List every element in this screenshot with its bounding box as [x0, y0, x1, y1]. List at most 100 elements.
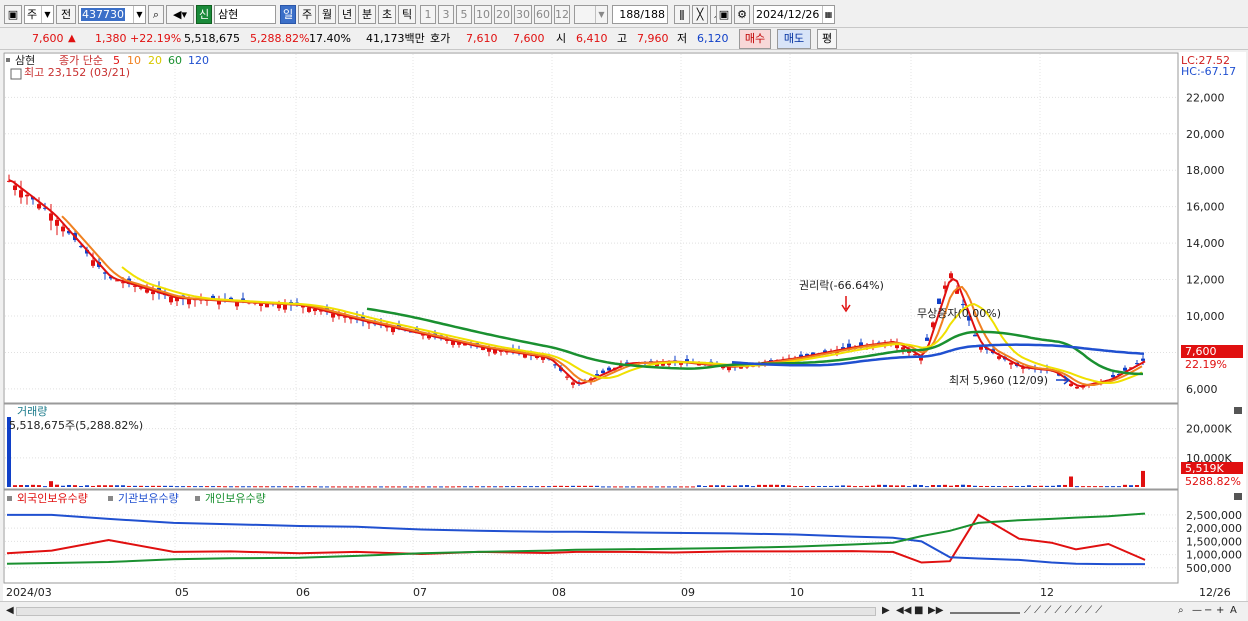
- volume-bar: [133, 485, 137, 487]
- candle-body: [925, 337, 929, 341]
- chevron-down-icon: ▼: [41, 6, 53, 23]
- volume-bar: [871, 485, 875, 487]
- volume-bar: [703, 486, 707, 488]
- volume-bar: [847, 485, 851, 487]
- draw-tools-icon[interactable]: ⟋ ⟋ ⟋ ⟋ ⟋ ⟋ ⟋ ⟋: [1024, 605, 1102, 616]
- hc-label: HC:-67.17: [1181, 65, 1236, 78]
- minute-60[interactable]: 60: [534, 5, 552, 24]
- volume-bar: [661, 486, 665, 488]
- candle-body: [25, 194, 29, 197]
- ma-toggle-icons[interactable]: [6, 58, 10, 62]
- volume-bar: [43, 486, 47, 488]
- volume-bar: [121, 485, 125, 487]
- speaker-icon[interactable]: ◀▾: [166, 5, 194, 24]
- save-icon[interactable]: ▣: [716, 5, 732, 24]
- minus-icon[interactable]: −: [1204, 605, 1212, 616]
- candle-body: [49, 213, 53, 221]
- volume-bar: [631, 486, 635, 488]
- minute-30[interactable]: 30: [514, 5, 532, 24]
- stock-chart[interactable]: 22,000 20,000 18,000 16,000 14,000 12,000 10,0…: [3, 52, 1246, 606]
- volume-bar: [961, 484, 965, 487]
- volume-bar: [67, 484, 71, 487]
- x-tick-label: 09: [681, 586, 695, 599]
- minute-1[interactable]: 1: [420, 5, 436, 24]
- date-field[interactable]: 2024/12/26 ▦: [753, 5, 835, 24]
- candle-body: [565, 376, 569, 378]
- eval-button[interactable]: 평: [817, 29, 837, 49]
- rights-annotation: 권리락(-66.64%): [799, 279, 884, 292]
- minute-10[interactable]: 10: [474, 5, 492, 24]
- volume-bar: [271, 486, 275, 488]
- buy-button[interactable]: 매수: [739, 29, 771, 49]
- x-tick-label: 12: [1040, 586, 1054, 599]
- candle-body: [91, 260, 95, 266]
- candle-body: [901, 347, 905, 350]
- calendar-icon[interactable]: ▦: [822, 6, 834, 23]
- zoom-icon[interactable]: ⌕: [1178, 605, 1184, 616]
- volume-bar: [115, 485, 119, 487]
- volume-bar: [295, 486, 299, 488]
- candle-body: [919, 357, 923, 361]
- volume-bar: [1015, 485, 1019, 487]
- data-count-total: /188: [640, 8, 665, 21]
- volume-panel-close-icon[interactable]: [1234, 407, 1242, 414]
- period-minute-tab[interactable]: 분: [358, 5, 376, 24]
- fast-forward-icon[interactable]: ▶▶: [928, 605, 943, 616]
- data-count-field[interactable]: 188/188: [612, 5, 668, 24]
- volume-bar: [493, 486, 497, 488]
- last-price-label: 7,600: [1185, 345, 1217, 358]
- cross-line-icon[interactable]: ╳: [692, 5, 708, 24]
- volume-bar: [85, 485, 89, 487]
- period-tick-tab[interactable]: 틱: [398, 5, 416, 24]
- scroll-left-icon[interactable]: ◀: [6, 605, 14, 616]
- volume-bar: [259, 486, 263, 488]
- sell-button[interactable]: 매도: [777, 29, 811, 49]
- volume-bar: [607, 486, 611, 488]
- volume-bar: [985, 485, 989, 487]
- prev-button[interactable]: 전: [56, 5, 76, 24]
- volume-bar: [691, 486, 695, 488]
- volume-bar: [337, 486, 341, 488]
- period-week-tab[interactable]: 주: [298, 5, 316, 24]
- scroll-right-icon[interactable]: ▶: [882, 605, 890, 616]
- candle-body: [979, 346, 983, 350]
- volume-bar: [235, 486, 239, 488]
- minute-5[interactable]: 5: [456, 5, 472, 24]
- stock-code-input[interactable]: 437730 ▼: [78, 5, 146, 24]
- custom-period-select[interactable]: ▼: [574, 5, 608, 24]
- period-day-tab[interactable]: 일: [280, 5, 296, 24]
- period-second-tab[interactable]: 초: [378, 5, 396, 24]
- volume-bar: [595, 485, 599, 487]
- gear-icon[interactable]: ⚙: [734, 5, 750, 24]
- minute-120[interactable]: 120: [554, 5, 570, 24]
- volume-bar: [823, 485, 827, 487]
- stop-icon[interactable]: ■: [914, 605, 923, 616]
- plus-icon[interactable]: +: [1216, 605, 1224, 616]
- stock-name-field[interactable]: 삼현: [214, 5, 276, 24]
- search-icon[interactable]: ⌕: [148, 5, 164, 24]
- minute-20[interactable]: 20: [494, 5, 512, 24]
- candle-body: [571, 382, 575, 385]
- volume-y-tick: 20,000K: [1186, 423, 1232, 436]
- volume-bar: [553, 485, 557, 487]
- holding-legend: 외국인보유수량 기관보유수량 개인보유수량: [7, 492, 266, 505]
- speed-slider[interactable]: [950, 612, 1020, 614]
- volume-bar: [835, 485, 839, 487]
- candle-toggle-icon[interactable]: ǁ: [674, 5, 690, 24]
- volume-bar: [907, 486, 911, 488]
- volume-bar: [1087, 486, 1091, 488]
- minute-3[interactable]: 3: [438, 5, 454, 24]
- holding-panel-close-icon[interactable]: [1234, 493, 1242, 500]
- rewind-icon[interactable]: ◀◀: [896, 605, 911, 616]
- volume-bar: [511, 486, 515, 488]
- period-year-tab[interactable]: 년: [338, 5, 356, 24]
- volume-bar: [1117, 486, 1121, 488]
- zoom-out-icon[interactable]: —: [1192, 605, 1202, 616]
- layout-icon[interactable]: ▣: [4, 5, 22, 24]
- low-price: 6,120: [697, 32, 729, 45]
- text-size-icon[interactable]: A: [1230, 605, 1237, 616]
- period-month-tab[interactable]: 월: [318, 5, 336, 24]
- type-select[interactable]: 주 ▼: [24, 5, 54, 24]
- volume-bar: [283, 486, 287, 488]
- horizontal-scrollbar[interactable]: [16, 607, 876, 616]
